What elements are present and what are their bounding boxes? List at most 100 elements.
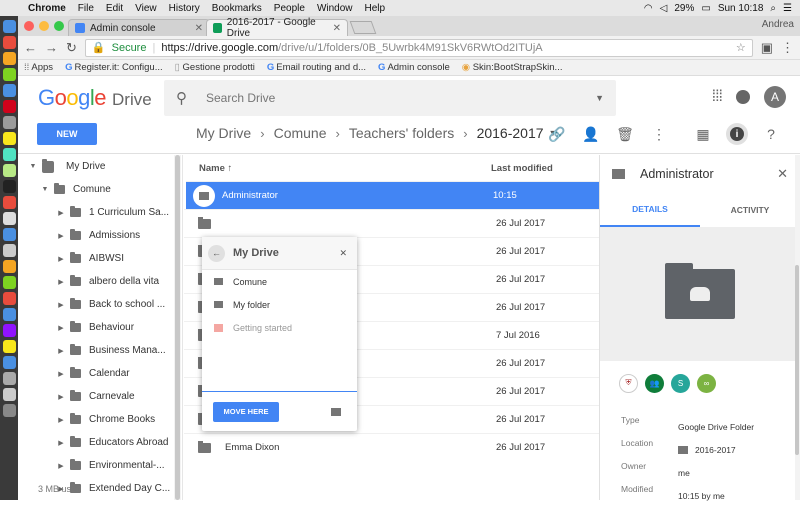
menu-edit[interactable]: Edit [100,3,129,14]
new-tab-button[interactable] [349,21,377,34]
back-arrow-icon[interactable]: ← [208,244,225,262]
school-logo-avatar[interactable]: ⛨ [619,373,638,393]
tab-activity[interactable]: ACTIVITY [700,193,800,227]
sharer-avatar[interactable]: S [671,373,690,393]
table-row-selected[interactable]: Administrator 10:15 [186,181,599,209]
app-icon[interactable] [2,388,16,401]
bookmark-apps[interactable]: ⁞⁞ Apps [24,62,53,73]
settings-gear-icon[interactable]: ⚙ [794,123,800,145]
menu-help[interactable]: Help [359,3,392,14]
column-last-modified[interactable]: Last modified [491,163,553,174]
breadcrumb-comune[interactable]: Comune [274,125,327,141]
zoom-window-icon[interactable] [54,21,64,31]
expand-arrow-icon[interactable]: ▶ [56,278,66,286]
app-icon[interactable] [2,244,16,257]
sidebar-item-folder[interactable]: ▶ Chrome Books [18,408,182,431]
expand-arrow-icon[interactable]: ▶ [56,439,66,447]
details-scrollbar[interactable] [795,155,800,500]
storage-used[interactable]: 3 MB used [38,484,81,494]
app-store-icon[interactable] [2,356,16,369]
expand-arrow-icon[interactable]: ▶ [56,255,66,263]
expand-arrow-icon[interactable]: ▶ [56,301,66,309]
menu-file[interactable]: File [72,3,100,14]
minimize-window-icon[interactable] [39,21,49,31]
table-row[interactable]: Emma Dixon 26 Jul 2017 [184,433,601,461]
expand-arrow-icon[interactable]: ▶ [56,232,66,240]
app-icon[interactable] [2,292,16,305]
expand-arrow-icon[interactable]: ▶ [56,393,66,401]
url-bar[interactable]: 🔒 Secure | https://drive.google.com /dri… [84,38,753,57]
search-icon[interactable]: ⚲ [176,89,206,107]
help-icon[interactable]: ? [760,123,782,145]
tab-admin-console[interactable]: Admin console ✕ [68,19,210,36]
link-sharing-icon[interactable]: ∞ [697,373,716,393]
sidebar-item-folder[interactable]: ▶ Educators Abroad [18,431,182,454]
new-button[interactable]: NEW [37,123,97,145]
volume-icon[interactable]: ◁ [660,3,668,14]
menu-bookmarks[interactable]: Bookmarks [206,3,268,14]
breadcrumb-my-drive[interactable]: My Drive [196,125,251,141]
notifications-icon[interactable]: ☰ [783,3,792,14]
sidebar-scrollbar[interactable] [174,155,181,500]
finder-icon[interactable] [2,20,16,33]
notifications-icon[interactable] [736,90,750,104]
search-input[interactable] [206,91,596,105]
close-icon[interactable]: ✕ [777,166,788,182]
bookmark-gestione[interactable]: ▯ Gestione prodotti [175,62,255,73]
app-icon[interactable] [2,212,16,225]
sidebar-item-folder[interactable]: ▶ 1 Curriculum Sa... [18,201,182,224]
expand-arrow-icon[interactable]: ▶ [56,347,66,355]
sidebar-item-folder[interactable]: ▶ Carnevale [18,385,182,408]
drive-logo[interactable]: Google Drive [38,85,178,111]
app-icon[interactable] [2,100,16,113]
app-icon[interactable] [2,36,16,49]
menu-history[interactable]: History [163,3,206,14]
profile-name[interactable]: Andrea [762,19,794,30]
location-link[interactable]: 2016-2017 [678,438,736,461]
search-options-icon[interactable]: ▼ [595,93,604,103]
app-icon[interactable] [2,340,16,353]
tab-details[interactable]: DETAILS [600,193,700,227]
sidebar-item-folder[interactable]: ▶ Calendar [18,362,182,385]
menu-people[interactable]: People [268,3,311,14]
expand-arrow-icon[interactable]: ▶ [56,370,66,378]
app-icon[interactable] [2,260,16,273]
app-icon[interactable] [2,228,16,241]
back-arrow-icon[interactable]: ← [24,40,37,55]
column-name[interactable]: Name ↑ [199,163,491,174]
bookmark-register[interactable]: G Register.it: Configu... [65,62,163,73]
app-icon[interactable] [2,52,16,65]
apps-grid-icon[interactable]: ⁞⁞⁞ [712,88,723,106]
menu-chrome[interactable]: Chrome [22,3,72,14]
close-window-icon[interactable] [24,21,34,31]
expand-arrow-icon[interactable]: ▶ [56,462,66,470]
sidebar-item-folder[interactable]: ▶ Environmental-... [18,454,182,477]
move-target-my-folder[interactable]: My folder [202,293,357,316]
app-icon[interactable] [2,116,16,129]
sidebar-item-folder[interactable]: ▶ albero della vita [18,270,182,293]
app-icon[interactable] [2,132,16,145]
battery-icon[interactable]: ▭ [701,3,710,14]
bookmark-star-icon[interactable]: ☆ [736,41,746,54]
sidebar-item-folder[interactable]: ▶ Back to school ... [18,293,182,316]
bookmark-email-routing[interactable]: G Email routing and d... [267,62,366,73]
group-avatar-icon[interactable]: 👥 [645,373,664,393]
expand-arrow-icon[interactable]: ▼ [28,163,38,170]
menu-window[interactable]: Window [311,3,359,14]
expand-arrow-icon[interactable]: ▶ [56,209,66,217]
move-target-comune[interactable]: Comune [202,270,357,293]
battery-percent[interactable]: 29% [674,3,694,14]
move-here-button[interactable]: MOVE HERE [213,401,279,422]
expand-arrow-icon[interactable]: ▶ [56,324,66,332]
grid-view-icon[interactable]: ▦ [692,123,714,145]
share-icon[interactable]: 👤 [580,123,602,145]
app-icon[interactable] [2,68,16,81]
chrome-menu-icon[interactable]: ⋮ [781,40,794,56]
close-icon[interactable]: ✕ [339,248,347,259]
app-icon[interactable] [2,276,16,289]
sidebar-item-folder[interactable]: ▶ Admissions [18,224,182,247]
get-link-icon[interactable]: 🔗 [546,123,568,145]
tab-google-drive[interactable]: 2016-2017 - Google Drive ✕ [206,17,348,39]
avatar[interactable]: A [764,86,786,108]
forward-arrow-icon[interactable]: → [45,40,58,55]
